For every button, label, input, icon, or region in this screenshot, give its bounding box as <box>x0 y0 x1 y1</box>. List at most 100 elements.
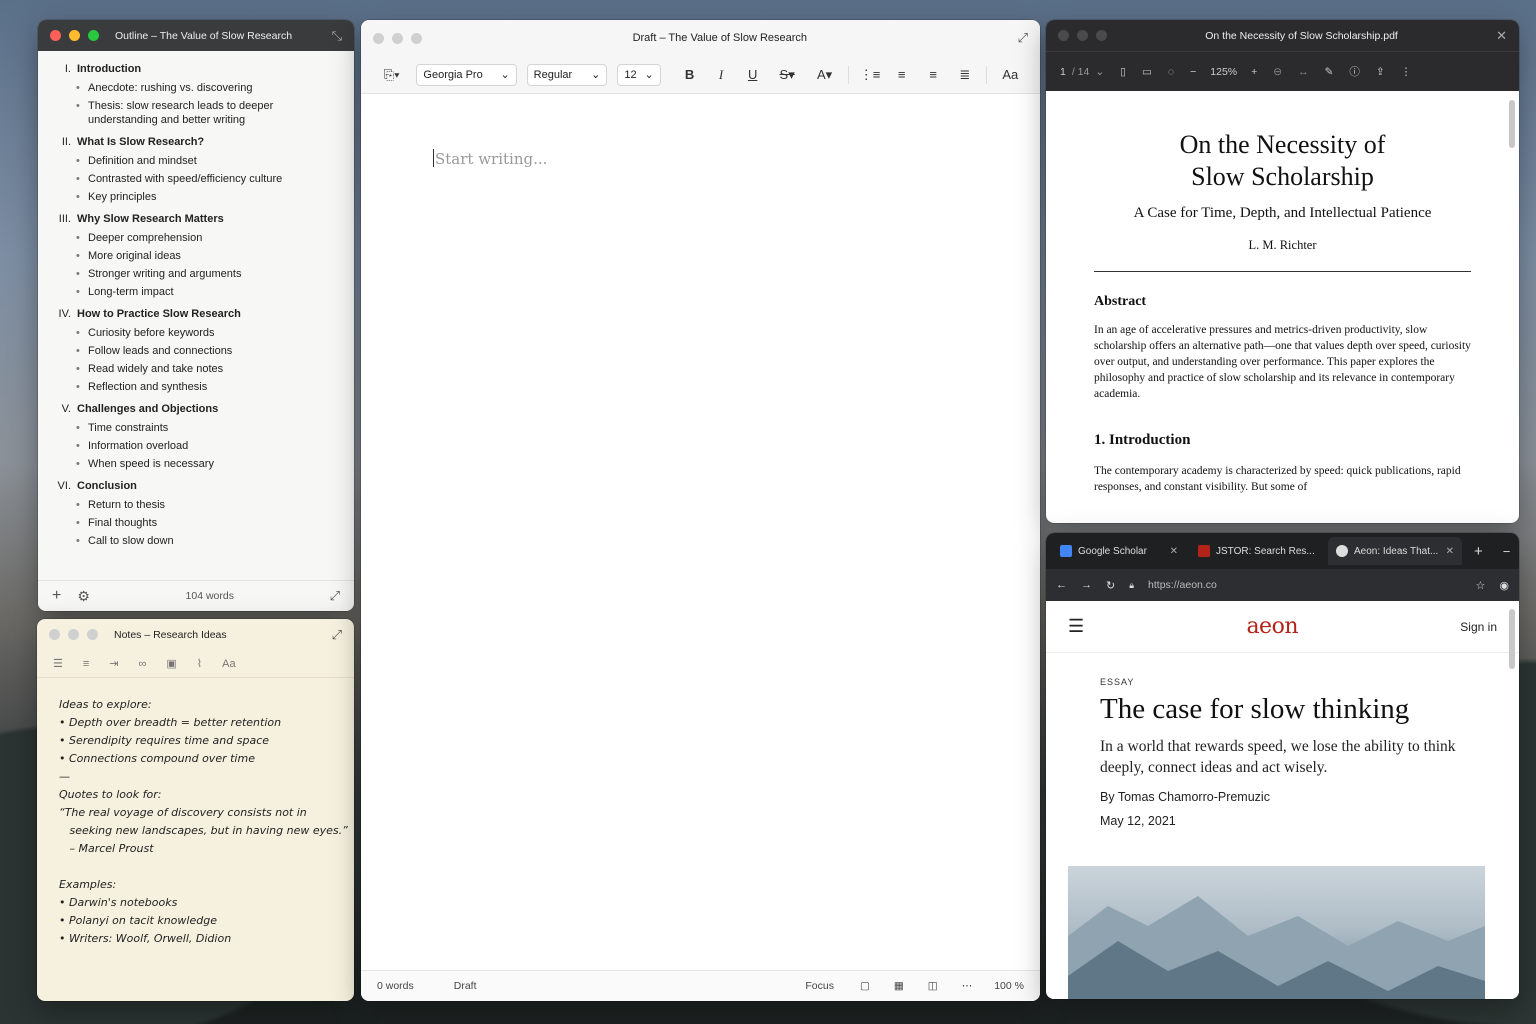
minimize-window-button[interactable] <box>1077 30 1088 41</box>
expand-icon[interactable]: ⤢ <box>1018 30 1028 46</box>
outline-item[interactable]: Reflection and synthesis <box>56 380 336 394</box>
forward-icon[interactable]: → <box>1081 579 1092 591</box>
gear-icon[interactable]: ⚙ <box>77 588 90 605</box>
add-icon[interactable]: + <box>52 587 61 605</box>
attachment-icon[interactable]: ⌇ <box>197 657 202 670</box>
indent-icon[interactable]: ⇥ <box>109 657 118 670</box>
outline-item[interactable]: Thesis: slow research leads to deeper un… <box>56 99 336 127</box>
page-icon[interactable]: ▭ <box>1142 66 1152 78</box>
close-window-button[interactable] <box>49 629 60 640</box>
outline-section-heading[interactable]: V. Challenges and Objections <box>56 403 336 415</box>
bold-icon[interactable]: B <box>679 67 701 82</box>
zoom-window-button[interactable] <box>88 30 99 41</box>
zoom-window-button[interactable] <box>1096 30 1107 41</box>
bookmark-star-icon[interactable]: ☆ <box>1476 579 1486 592</box>
outline-item[interactable]: Anecdote: rushing vs. discovering <box>56 81 336 95</box>
outline-item[interactable]: Key principles <box>56 190 336 204</box>
outline-item[interactable]: Contrasted with speed/efficiency culture <box>56 172 336 186</box>
more-icon[interactable]: ⋮ <box>1401 66 1412 78</box>
outline-section[interactable]: I. Introduction Anecdote: rushing vs. disc… <box>56 63 336 127</box>
sidebar-icon[interactable]: ▯ <box>1120 66 1126 78</box>
typewriter-icon[interactable]: ▢ <box>860 980 870 992</box>
close-tab-icon[interactable]: ✕ <box>1446 546 1454 557</box>
stats-icon[interactable]: ▦ <box>894 980 904 992</box>
tab-google-scholar[interactable]: Google Scholar ✕ <box>1052 537 1186 565</box>
address-bar[interactable]: https://aeon.co <box>1148 579 1462 591</box>
page-number-input[interactable]: 1 <box>1060 66 1066 78</box>
annotate-icon[interactable]: ✎ <box>1325 66 1334 78</box>
outline-section-heading[interactable]: II. What Is Slow Research? <box>56 136 336 148</box>
info-icon[interactable]: ⓘ <box>1349 64 1360 79</box>
fit-icon[interactable]: ↔ <box>1298 66 1309 78</box>
minimize-window-button[interactable] <box>69 30 80 41</box>
outline-item[interactable]: Final thoughts <box>56 516 336 530</box>
outline-section[interactable]: III. Why Slow Research Matters Deeper comp… <box>56 213 336 299</box>
align-center-icon[interactable]: ≡ <box>891 67 913 82</box>
close-window-button[interactable] <box>50 30 61 41</box>
zoom-out-icon[interactable]: − <box>1190 66 1196 78</box>
tab-aeon[interactable]: Aeon: Ideas That... ✕ <box>1328 537 1462 565</box>
outline-item[interactable]: Follow leads and connections <box>56 344 336 358</box>
outline-item[interactable]: Deeper comprehension <box>56 231 336 245</box>
reload-icon[interactable]: ↻ <box>1106 579 1115 592</box>
pdf-scrollbar[interactable] <box>1509 100 1515 148</box>
italic-icon[interactable]: I <box>710 67 732 83</box>
outline-section[interactable]: II. What Is Slow Research? Definition and … <box>56 136 336 204</box>
more-icon[interactable]: ⋯ <box>962 980 973 992</box>
zoom-in-icon[interactable]: + <box>1251 66 1257 78</box>
minimize-window-button[interactable] <box>68 629 79 640</box>
font-family-select[interactable]: Georgia Pro ⌄ <box>416 63 517 86</box>
zoom-window-button[interactable] <box>87 629 98 640</box>
close-icon[interactable]: ✕ <box>1496 28 1507 44</box>
embed-icon[interactable]: ▣ <box>166 657 176 670</box>
outline-item[interactable]: More original ideas <box>56 249 336 263</box>
zoom-level[interactable]: 125% <box>1210 66 1237 78</box>
draft-editor[interactable]: Start writing... <box>361 94 1040 223</box>
text-color-icon[interactable]: A▾ <box>811 67 838 83</box>
outline-item[interactable]: Long-term impact <box>56 285 336 299</box>
minimize-window-button[interactable] <box>392 32 403 44</box>
chevron-down-icon[interactable]: ⌄ <box>1095 66 1104 78</box>
outline-item[interactable]: Definition and mindset <box>56 154 336 168</box>
outline-item[interactable]: Information overload <box>56 439 336 453</box>
outline-item[interactable]: Time constraints <box>56 421 336 435</box>
preview-icon[interactable]: ◫ <box>928 980 938 992</box>
hamburger-menu-icon[interactable]: ☰ <box>1068 616 1084 637</box>
bullet-list-icon[interactable]: ≡ <box>83 658 89 670</box>
sign-in-link[interactable]: Sign in <box>1460 620 1497 634</box>
outline-item[interactable]: Curiosity before keywords <box>56 326 336 340</box>
outline-item[interactable]: Call to slow down <box>56 534 336 548</box>
format-button[interactable]: Aa <box>997 67 1024 82</box>
close-window-button[interactable] <box>1058 30 1069 41</box>
zoom-window-button[interactable] <box>411 32 422 44</box>
profile-icon[interactable]: ◉ <box>1499 579 1509 592</box>
paste-style-icon[interactable]: ⎘▾ <box>377 67 406 83</box>
font-weight-select[interactable]: Regular ⌄ <box>526 63 608 86</box>
outline-section-heading[interactable]: IV. How to Practice Slow Research <box>56 308 336 320</box>
outline-section[interactable]: IV. How to Practice Slow Research Curiosit… <box>56 308 336 394</box>
format-button[interactable]: Aa <box>222 658 235 670</box>
outline-section-heading[interactable]: VI. Conclusion <box>56 480 336 492</box>
new-tab-icon[interactable]: + <box>1474 543 1483 560</box>
focus-button[interactable]: Focus <box>805 980 834 992</box>
back-icon[interactable]: ← <box>1056 579 1067 591</box>
compare-icon[interactable]: ⊖ <box>1273 66 1282 78</box>
tab-jstor[interactable]: JSTOR: Search Res... <box>1190 537 1324 565</box>
list-icon[interactable]: ☰ <box>53 657 63 670</box>
align-justify-icon[interactable]: ≣ <box>954 67 976 83</box>
strikethrough-icon[interactable]: S▾ <box>773 67 800 83</box>
numbered-list-icon[interactable]: ⋮≡ <box>859 67 881 83</box>
collapse-icon[interactable]: ⤡ <box>332 28 342 44</box>
outline-section-heading[interactable]: III. Why Slow Research Matters <box>56 213 336 225</box>
link-icon[interactable]: ∞ <box>139 658 147 670</box>
outline-item[interactable]: When speed is necessary <box>56 457 336 471</box>
share-icon[interactable]: ⇪ <box>1376 66 1385 78</box>
notes-content[interactable]: Ideas to explore: • Depth over breadth = … <box>37 678 354 966</box>
rotate-icon[interactable]: ◌ <box>1168 66 1174 78</box>
aeon-logo[interactable]: aeon <box>1084 614 1460 639</box>
close-tab-icon[interactable]: ✕ <box>1170 546 1178 557</box>
outline-item[interactable]: Return to thesis <box>56 498 336 512</box>
expand-icon[interactable]: ⤢ <box>330 588 340 604</box>
outline-section[interactable]: VI. Conclusion Return to thesis Final thoug… <box>56 480 336 548</box>
browser-scrollbar[interactable] <box>1509 609 1515 669</box>
